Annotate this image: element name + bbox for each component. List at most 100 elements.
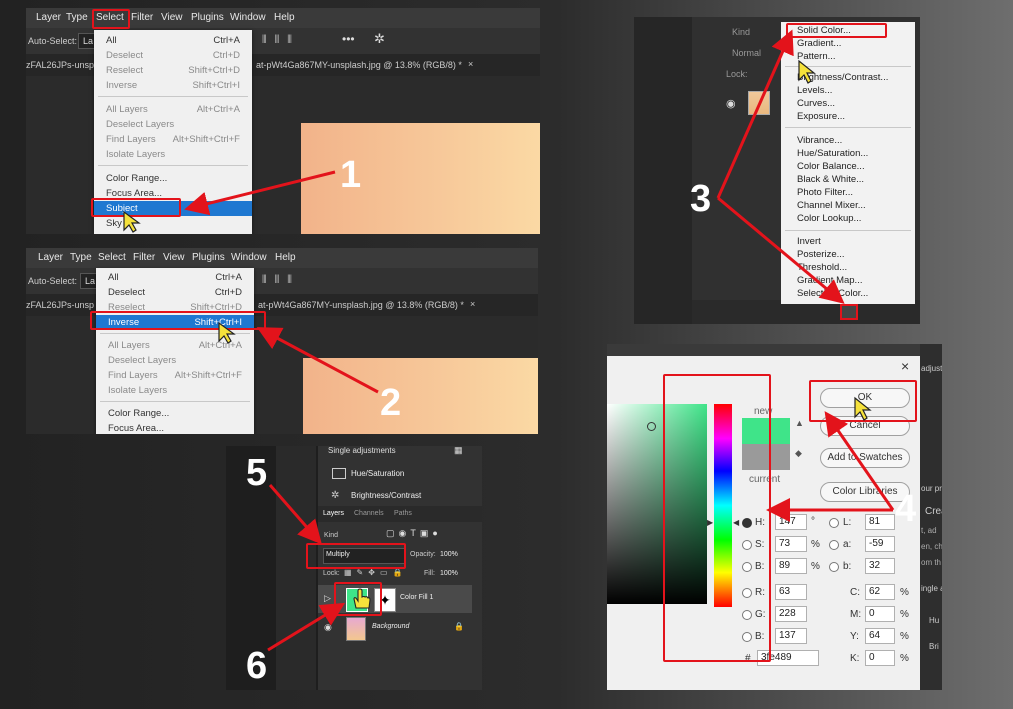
menu-item-sky[interactable]: Sky <box>94 216 252 231</box>
menu-help[interactable]: Help <box>274 12 295 23</box>
menu-item-exposure[interactable]: Exposure... <box>797 111 845 122</box>
menu-item-vibrance[interactable]: Vibrance... <box>797 135 842 146</box>
web-color-icon[interactable]: ◆ <box>795 448 802 459</box>
menu-item-focus-area[interactable]: Focus Area... <box>96 421 254 434</box>
menu-layer[interactable]: Layer <box>36 12 61 23</box>
adjustment-brightness-contrast[interactable]: Brightness/Contrast <box>351 491 421 500</box>
menu-item-label: Reselect <box>106 65 143 76</box>
menu-view[interactable]: View <box>161 12 183 23</box>
tab-channels[interactable]: Channels <box>354 510 384 517</box>
menu-filter[interactable]: Filter <box>133 252 155 263</box>
k-field[interactable]: 0 <box>865 650 895 666</box>
menu-item-deselect[interactable]: Deselect Ctrl+D <box>94 48 252 63</box>
menu-item-isolate-layers[interactable]: Isolate Layers <box>96 383 254 398</box>
hand-cursor-icon <box>353 588 371 609</box>
menu-item-levels[interactable]: Levels... <box>797 85 832 96</box>
menu-type[interactable]: Type <box>70 252 92 263</box>
menu-item-posterize[interactable]: Posterize... <box>797 249 845 260</box>
lock-icons[interactable]: ▦✎✥▭🔒 <box>344 568 407 577</box>
r-field[interactable]: 63 <box>775 584 807 600</box>
tab-paths[interactable]: Paths <box>394 510 412 517</box>
blue-field[interactable]: 137 <box>775 628 807 644</box>
menu-item-curves[interactable]: Curves... <box>797 98 835 109</box>
highlight-inverse <box>90 311 266 330</box>
menu-select[interactable]: Select <box>98 252 126 263</box>
menu-item-threshold[interactable]: Threshold... <box>797 262 847 273</box>
opacity-value[interactable]: 100% <box>440 551 458 558</box>
menu-window[interactable]: Window <box>231 252 267 263</box>
menu-item-color-balance[interactable]: Color Balance... <box>797 161 865 172</box>
g-field[interactable]: 228 <box>775 606 807 622</box>
menu-item-all[interactable]: All Ctrl+A <box>96 270 254 285</box>
menu-help[interactable]: Help <box>275 252 296 263</box>
menu-item-color-range[interactable]: Color Range... <box>94 171 252 186</box>
tab-prefix[interactable]: zFAL26JPs-unsp <box>26 300 94 310</box>
tab-layers[interactable]: Layers <box>323 510 344 517</box>
lab-b-field[interactable]: 32 <box>865 558 895 574</box>
menu-item-invert[interactable]: Invert <box>797 236 821 247</box>
gear-icon[interactable]: ✲ <box>374 31 385 47</box>
radio-a[interactable] <box>829 540 839 550</box>
h-field[interactable]: 147 <box>775 514 807 530</box>
menu-item-hue-saturation[interactable]: Hue/Saturation... <box>797 148 868 159</box>
eye-icon[interactable]: ◉ <box>324 622 332 633</box>
menu-item-all-layers[interactable]: All Layers Alt+Ctrl+A <box>94 102 252 117</box>
c-field[interactable]: 62 <box>865 584 895 600</box>
more-icon[interactable]: ••• <box>342 32 355 46</box>
menu-item-deselect-layers[interactable]: Deselect Layers <box>96 353 254 368</box>
m-field[interactable]: 0 <box>865 606 895 622</box>
menu-view[interactable]: View <box>163 252 185 263</box>
menu-item-reselect[interactable]: Reselect Shift+Ctrl+D <box>94 63 252 78</box>
warning-icon[interactable]: ▲ <box>795 418 804 428</box>
document-tab[interactable]: at-pWt4Ga867MY-unsplash.jpg @ 13.8% (RGB… <box>256 60 462 70</box>
menu-filter[interactable]: Filter <box>131 12 153 23</box>
filter-icons[interactable]: ▢◉T▣● <box>386 528 442 539</box>
document-tab[interactable]: at-pWt4Ga867MY-unsplash.jpg @ 13.8% (RGB… <box>258 300 464 310</box>
a-field[interactable]: -59 <box>865 536 895 552</box>
menu-item-find-layers[interactable]: Find Layers Alt+Shift+Ctrl+F <box>96 368 254 383</box>
eye-icon[interactable]: ◉ <box>726 97 736 110</box>
radio-lab-b[interactable] <box>829 562 839 572</box>
close-icon[interactable]: × <box>470 299 475 309</box>
close-icon[interactable]: × <box>468 59 473 69</box>
adjustment-hue-saturation[interactable]: Hue/Saturation <box>351 469 404 478</box>
kind-filter[interactable]: Kind <box>324 532 338 539</box>
menu-item-color-range[interactable]: Color Range... <box>96 406 254 421</box>
l-field[interactable]: 81 <box>865 514 895 530</box>
blend-normal[interactable]: Normal <box>732 48 761 58</box>
menu-layer[interactable]: Layer <box>38 252 63 263</box>
menu-item-inverse[interactable]: Inverse Shift+Ctrl+I <box>94 78 252 93</box>
menu-item-color-lookup[interactable]: Color Lookup... <box>797 213 861 224</box>
align-icons[interactable]: ⫴⫴⫴ <box>262 34 300 47</box>
menu-item-photo-filter[interactable]: Photo Filter... <box>797 187 853 198</box>
menu-item-gradient-map[interactable]: Gradient Map... <box>797 275 862 286</box>
menu-item-gradient[interactable]: Gradient... <box>797 38 841 49</box>
b-field[interactable]: 89 <box>775 558 807 574</box>
sun-icon: ✲ <box>331 490 340 501</box>
y-field[interactable]: 64 <box>865 628 895 644</box>
fill-value[interactable]: 100% <box>440 570 458 577</box>
layer-row-background[interactable]: ◉ Background 🔒 <box>318 614 472 642</box>
menu-item-all[interactable]: All Ctrl+A <box>94 33 252 48</box>
menu-item-black-white[interactable]: Black & White... <box>797 174 864 185</box>
search-kind[interactable]: Kind <box>732 27 750 37</box>
radio-l[interactable] <box>829 518 839 528</box>
menu-item-selective-color[interactable]: Selective Color... <box>797 288 868 299</box>
menu-item-isolate-layers[interactable]: Isolate Layers <box>94 147 252 162</box>
menu-window[interactable]: Window <box>230 12 266 23</box>
tab-prefix[interactable]: zFAL26JPs-unsp <box>26 60 94 70</box>
menu-item-deselect[interactable]: Deselect Ctrl+D <box>96 285 254 300</box>
align-icons[interactable]: ⫴⫴⫴ <box>262 274 300 287</box>
adjustment-layer-icon[interactable] <box>840 304 858 320</box>
s-field[interactable]: 73 <box>775 536 807 552</box>
menu-plugins[interactable]: Plugins <box>191 12 224 23</box>
add-to-swatches-button[interactable]: Add to Swatches <box>820 448 910 468</box>
menu-item-channel-mixer[interactable]: Channel Mixer... <box>797 200 866 211</box>
menu-type[interactable]: Type <box>66 12 88 23</box>
menu-plugins[interactable]: Plugins <box>192 252 225 263</box>
close-icon[interactable]: × <box>901 358 909 374</box>
menu-item-find-layers[interactable]: Find Layers Alt+Shift+Ctrl+F <box>94 132 252 147</box>
eye-icon[interactable]: ▷ <box>324 593 331 604</box>
grid-icon[interactable]: ▦ <box>454 446 463 456</box>
menu-item-deselect-layers[interactable]: Deselect Layers <box>94 117 252 132</box>
